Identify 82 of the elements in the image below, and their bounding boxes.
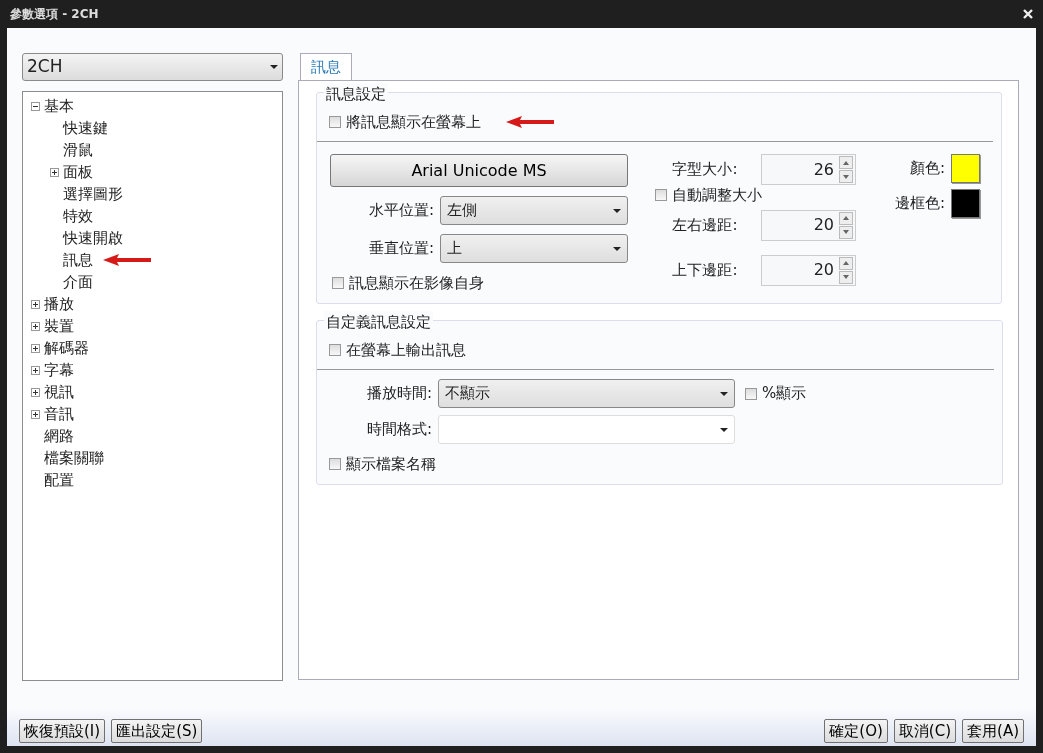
checkbox-label: 將訊息顯示在螢幕上 [346,111,481,133]
down-arrow-icon [843,230,849,234]
checkbox-label: 顯示檔案名稱 [346,454,436,475]
tree-item[interactable]: 網路 [44,424,74,448]
tree-item[interactable]: 裝置 [44,314,74,338]
up-arrow-icon [843,160,849,165]
color-swatch[interactable] [951,154,980,183]
checkbox[interactable] [332,277,344,290]
tree-item[interactable]: 基本 [44,94,74,118]
checkbox-label: 在螢幕上輸出訊息 [346,339,466,361]
profile-dropdown[interactable]: 2CH [22,53,283,81]
checkbox-label: %顯示 [762,383,807,405]
tree-item[interactable]: 介面 [63,270,93,294]
checkbox[interactable] [329,115,341,128]
expand-icon[interactable] [50,167,59,177]
tree-item[interactable]: 快速開啟 [63,226,123,250]
up-arrow-icon [843,261,849,265]
checkbox[interactable] [655,189,667,202]
tree-item[interactable]: 訊息 [63,248,93,272]
spin-up-button[interactable] [839,256,853,270]
dialog-button[interactable]: 恢復預設(I) [19,719,106,743]
checkbox[interactable] [329,343,341,356]
number-field[interactable]: 20 [761,209,856,241]
tree-item[interactable]: 選擇圖形 [63,182,123,206]
expand-icon[interactable] [31,387,40,397]
caret-icon [613,246,621,251]
tree-item[interactable]: 特效 [63,204,93,228]
field-label: 時間格式: [365,419,432,441]
expand-icon[interactable] [31,299,40,309]
tree-item[interactable]: 音訊 [44,402,74,426]
checkbox[interactable] [329,458,341,471]
dropdown[interactable]: 上 [440,234,628,263]
field-label: 上下邊距: [671,259,739,281]
tree-item[interactable]: 解碼器 [44,336,89,360]
tree-item[interactable]: 播放 [44,292,74,316]
expand-icon[interactable] [31,343,40,353]
number-field[interactable]: 26 [761,154,856,185]
caret-icon [720,391,728,396]
field-label: 邊框色: [893,193,945,215]
field-label: 顏色: [908,158,945,180]
checkbox-label: 自動調整大小 [672,185,762,206]
collapse-icon[interactable] [31,101,40,111]
close-icon[interactable] [1022,8,1034,20]
dialog-button[interactable]: 套用(A) [962,719,1024,743]
dropdown[interactable]: 不顯示 [438,379,735,408]
down-arrow-icon [843,275,849,279]
color-swatch[interactable] [951,189,980,218]
up-arrow-icon [843,216,849,220]
tree-item[interactable]: 字幕 [44,358,74,382]
font-button[interactable]: Arial Unicode MS [330,154,628,187]
dialog-button[interactable]: 取消(C) [893,719,957,743]
tab[interactable]: 訊息 [300,53,352,81]
expand-icon[interactable] [31,365,40,375]
caret-icon [720,427,728,432]
spin-up-button[interactable] [839,211,853,225]
tree-item[interactable]: 配置 [44,468,74,492]
spin-down-button[interactable] [839,270,853,284]
window-title: 參數選項 - 2CH [10,6,99,23]
dialog-button[interactable]: 確定(O) [824,719,888,743]
down-arrow-icon [843,174,849,179]
tree-item[interactable]: 檔案關聯 [44,446,104,470]
field-label: 左右邊距: [671,214,739,236]
expand-icon[interactable] [31,321,40,331]
dropdown[interactable]: 左側 [440,196,628,225]
spin-up-button[interactable] [839,156,853,169]
tree-item[interactable]: 視訊 [44,380,74,404]
field-label: 垂直位置: [367,238,434,260]
spin-down-button[interactable] [839,170,853,183]
number-field[interactable]: 20 [761,254,856,286]
caret-icon [613,208,621,213]
field-label: 水平位置: [367,200,434,222]
checkbox-label: 訊息顯示在影像自身 [349,273,484,294]
tree-item[interactable]: 滑鼠 [63,138,93,162]
expand-icon[interactable] [31,409,40,419]
checkbox[interactable] [745,387,757,400]
field-label: 字型大小: [671,159,739,181]
spin-down-button[interactable] [839,225,853,239]
caret-icon [270,65,278,69]
dialog-button[interactable]: 匯出設定(S) [111,719,203,743]
tree-item[interactable]: 面板 [63,160,93,184]
tree-item[interactable]: 快速鍵 [63,116,108,140]
field-label: 播放時間: [365,383,432,405]
